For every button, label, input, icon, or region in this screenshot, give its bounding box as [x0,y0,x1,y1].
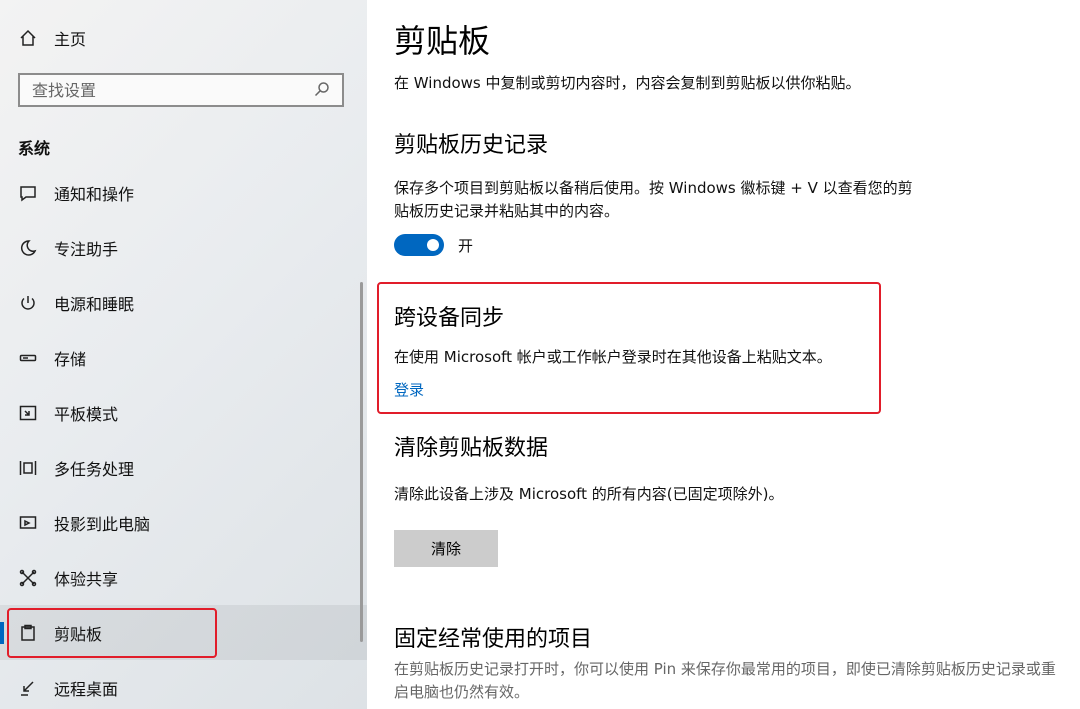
share-icon [18,568,38,588]
sync-description: 在使用 Microsoft 帐户或工作帐户登录时在其他设备上粘贴文本。 [394,348,832,366]
sidebar-item-label: 存储 [54,349,87,369]
clear-description: 清除此设备上涉及 Microsoft 的所有内容(已固定项除外)。 [394,485,784,503]
sidebar-scrollbar[interactable] [360,282,363,642]
moon-icon [18,238,38,258]
history-toggle-row: 开 [394,233,473,257]
sidebar-item-label: 主页 [54,30,87,49]
sidebar-nav: 通知和操作 专注助手 电源和睡眠 存储 平板模式 多任务处理 投影到此电脑 体验… [0,165,367,709]
home-icon [18,28,38,48]
toggle-knob [427,239,439,251]
pinned-description: 在剪贴板历史记录打开时，你可以使用 Pin 来保存你最常用的项目，即使已清除剪贴… [394,660,1056,701]
sidebar-item-focus-assist[interactable]: 专注助手 [0,220,367,275]
history-description: 保存多个项目到剪贴板以备稍后使用。按 Windows 徽标键 + V 以查看您的… [394,179,913,220]
tablet-icon [18,403,38,423]
remote-desktop-icon [18,678,38,698]
notification-icon [18,183,38,203]
page-description: 在 Windows 中复制或剪切内容时，内容会复制到剪贴板以供你粘贴。 [394,74,861,92]
history-heading: 剪贴板历史记录 [394,133,549,158]
page-title: 剪贴板 [394,22,491,60]
sync-heading: 跨设备同步 [394,306,505,331]
sidebar-item-projecting[interactable]: 投影到此电脑 [0,495,367,550]
sidebar-item-home[interactable]: 主页 [0,20,360,56]
sidebar-item-remote-desktop[interactable]: 远程桌面 [0,660,367,709]
sidebar-item-label: 剪贴板 [54,624,103,644]
multitask-icon [18,458,38,478]
sidebar-item-label: 通知和操作 [54,184,135,204]
sidebar-item-tablet-mode[interactable]: 平板模式 [0,385,367,440]
sidebar-item-label: 投影到此电脑 [54,514,151,534]
pinned-heading: 固定经常使用的项目 [394,627,593,652]
sidebar-item-label: 平板模式 [54,404,119,424]
sidebar-item-power-sleep[interactable]: 电源和睡眠 [0,275,367,330]
sidebar-item-shared-experiences[interactable]: 体验共享 [0,550,367,605]
main-content: 剪贴板 在 Windows 中复制或剪切内容时，内容会复制到剪贴板以供你粘贴。 … [367,0,1080,709]
sign-in-link[interactable]: 登录 [394,379,424,400]
clear-button[interactable]: 清除 [394,530,498,567]
settings-window: 主页 系统 通知和操作 专注助手 [0,0,1080,709]
sidebar-item-label: 多任务处理 [54,459,135,479]
sidebar-item-label: 远程桌面 [54,679,119,699]
sidebar-item-label: 体验共享 [54,569,119,589]
sidebar-item-multitasking[interactable]: 多任务处理 [0,440,367,495]
search-input[interactable] [20,79,314,101]
sidebar-item-storage[interactable]: 存储 [0,330,367,385]
toggle-label: 开 [458,236,474,255]
history-toggle[interactable] [394,234,444,256]
project-icon [18,513,38,533]
sidebar-item-label: 专注助手 [54,239,119,259]
sidebar: 主页 系统 通知和操作 专注助手 [0,0,367,709]
clipboard-icon [18,623,38,643]
power-icon [18,293,38,313]
search-icon[interactable] [314,81,332,99]
clear-heading: 清除剪贴板数据 [394,436,549,461]
section-title: 系统 [18,139,51,158]
sidebar-item-clipboard[interactable]: 剪贴板 [0,605,367,660]
search-box[interactable] [18,73,344,107]
storage-icon [18,348,38,368]
sidebar-item-notifications[interactable]: 通知和操作 [0,165,367,220]
sidebar-item-label: 电源和睡眠 [54,294,135,314]
